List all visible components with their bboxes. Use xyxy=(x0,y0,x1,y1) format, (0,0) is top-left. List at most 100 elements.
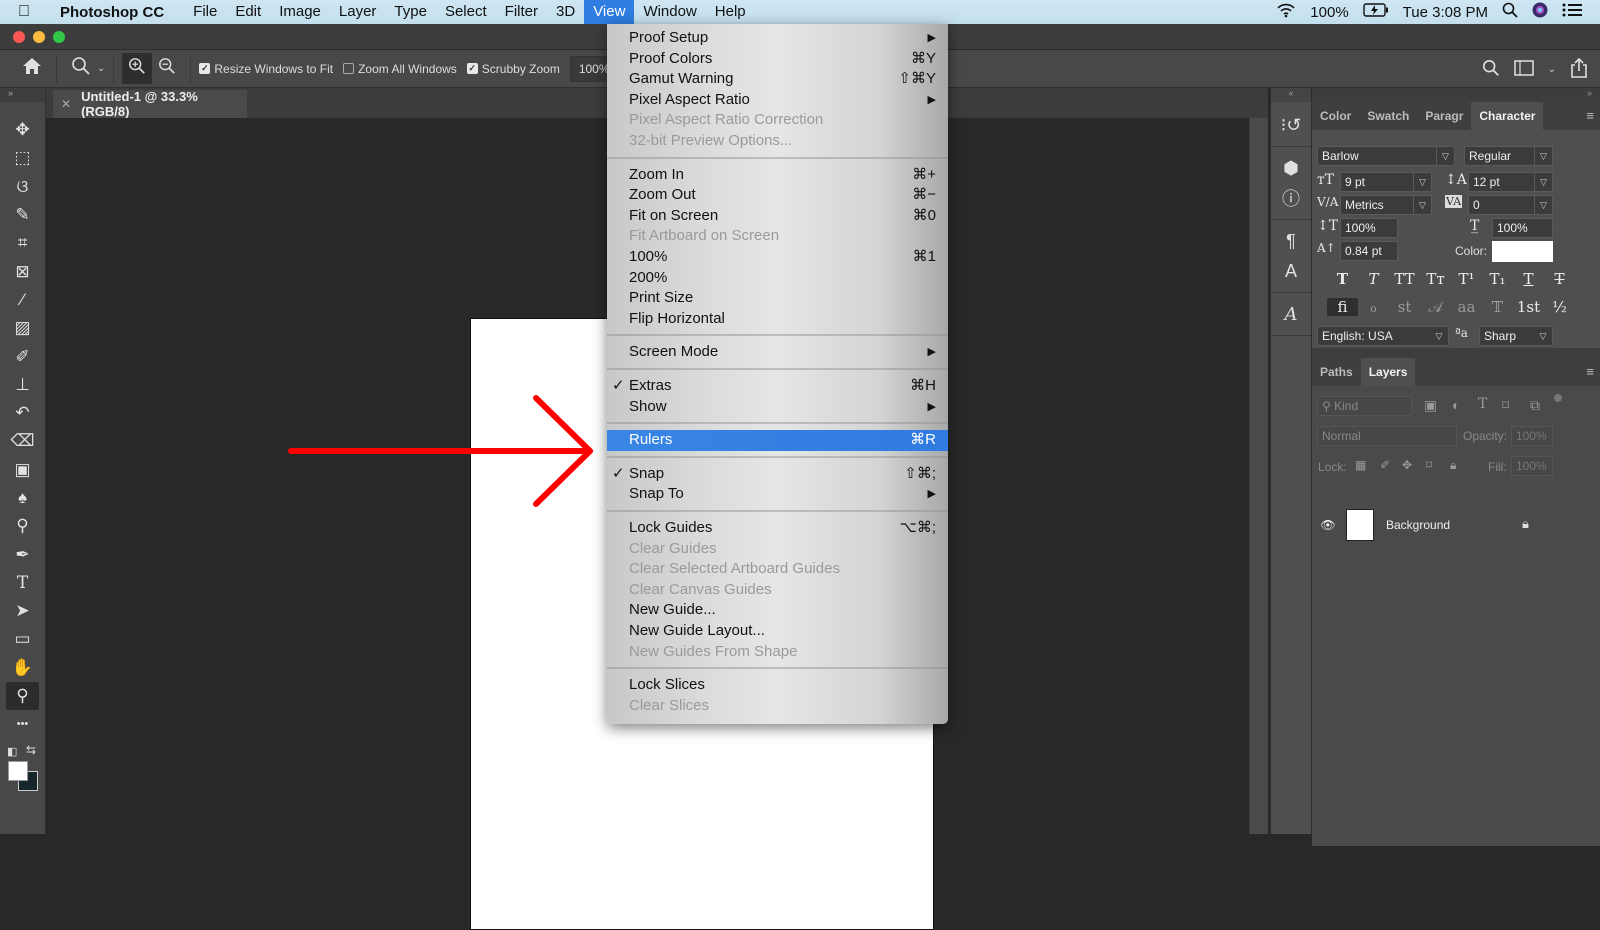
crop-tool[interactable]: ⌗ xyxy=(0,229,45,257)
panel-divider[interactable] xyxy=(1312,348,1600,358)
move-tool[interactable]: ✥ xyxy=(0,116,45,144)
eyedropper-tool[interactable]: ⁄ xyxy=(0,286,45,314)
collapse-left-icon[interactable]: « xyxy=(1271,88,1311,102)
panel-menu-icon[interactable]: ≡ xyxy=(1586,108,1594,123)
character-styles-icon[interactable]: A xyxy=(1271,256,1311,286)
opacity-field[interactable]: 100% xyxy=(1511,426,1553,446)
ordinals-button[interactable]: 1st xyxy=(1513,298,1544,316)
smart-object-filter-icon[interactable]: ⧉ xyxy=(1530,397,1540,414)
resize-windows-to-fit-checkbox[interactable]: ✓ Resize Windows to Fit xyxy=(199,62,333,76)
blur-tool[interactable]: ♠ xyxy=(0,484,45,512)
subscript-button[interactable]: T₁ xyxy=(1482,270,1513,288)
collapse-right-icon[interactable]: » xyxy=(1312,88,1600,102)
path-selection-tool[interactable]: ➤ xyxy=(0,597,45,625)
swap-colors-icon[interactable]: ⇆ xyxy=(26,743,36,757)
all-caps-button[interactable]: TT xyxy=(1389,270,1420,288)
notification-center-icon[interactable] xyxy=(1562,3,1582,21)
collapse-panel-icon[interactable]: » xyxy=(0,88,45,102)
pixel-layer-filter-icon[interactable]: ▣ xyxy=(1424,397,1437,414)
dodge-tool[interactable]: ⚲ xyxy=(0,512,45,540)
lock-image-pixels-icon[interactable]: ✐ xyxy=(1380,458,1390,472)
spotlight-search-icon[interactable] xyxy=(1502,2,1518,22)
close-window-button[interactable] xyxy=(13,31,25,43)
default-colors-icon[interactable]: ◧ xyxy=(7,745,17,758)
strikethrough-button[interactable]: T xyxy=(1544,270,1575,288)
menu-select[interactable]: Select xyxy=(436,0,496,24)
menu-item-lock-guides[interactable]: Lock Guides ⌥⌘; xyxy=(607,518,948,539)
search-icon[interactable] xyxy=(1482,59,1500,80)
menu-filter[interactable]: Filter xyxy=(496,0,547,24)
zoom-tool-preset-icon[interactable] xyxy=(65,56,97,81)
menu-item-new-guide-layout[interactable]: New Guide Layout... xyxy=(607,621,948,642)
foreground-color-swatch[interactable] xyxy=(8,760,28,781)
faux-italic-button[interactable]: T xyxy=(1358,270,1389,288)
menu-item-200[interactable]: 200% xyxy=(607,268,948,289)
menu-item-lock-slices[interactable]: Lock Slices xyxy=(607,675,948,696)
healing-brush-tool[interactable]: ▨ xyxy=(0,314,45,342)
lock-transparent-pixels-icon[interactable]: ▦ xyxy=(1355,458,1366,472)
hand-tool[interactable]: ✋ xyxy=(0,654,45,682)
pen-tool[interactable]: ✒ xyxy=(0,540,45,568)
menu-help[interactable]: Help xyxy=(706,0,755,24)
horizontal-scale-field[interactable]: 100% xyxy=(1492,218,1553,238)
tab-character[interactable]: Character xyxy=(1471,102,1544,130)
leading-dropdown[interactable]: 12 pt ▽ xyxy=(1468,172,1553,192)
language-dropdown[interactable]: English: USA ▽ xyxy=(1317,326,1449,346)
tracking-dropdown[interactable]: 0 ▽ xyxy=(1468,195,1553,215)
filter-toggle[interactable] xyxy=(1554,394,1562,402)
text-color-swatch[interactable] xyxy=(1492,241,1553,262)
lock-position-icon[interactable]: ✥ xyxy=(1402,458,1412,472)
menu-item-fit-on-screen[interactable]: Fit on Screen ⌘0 xyxy=(607,206,948,227)
menu-item-new-guide[interactable]: New Guide... xyxy=(607,600,948,621)
lock-artboard-icon[interactable]: ⌑ xyxy=(1426,458,1432,472)
font-family-dropdown[interactable]: Barlow ▽ xyxy=(1317,146,1455,166)
rectangle-tool[interactable]: ▭ xyxy=(0,625,45,653)
vertical-scale-field[interactable]: 100% xyxy=(1340,218,1398,238)
menu-item-gamut-warning[interactable]: Gamut Warning ⇧⌘Y xyxy=(607,69,948,90)
small-caps-button[interactable]: Tт xyxy=(1420,270,1451,288)
zoom-in-icon[interactable] xyxy=(122,53,153,84)
standard-ligatures-button[interactable]: ﬁ xyxy=(1327,298,1358,316)
swash-button[interactable]: 𝒜 xyxy=(1420,298,1451,316)
menu-item-proof-setup[interactable]: Proof Setup ▶ xyxy=(607,28,948,49)
menu-item-show[interactable]: Show ▶ xyxy=(607,397,948,418)
lock-all-icon[interactable]: 🔒︎ xyxy=(1450,458,1456,473)
menu-layer[interactable]: Layer xyxy=(330,0,386,24)
app-name-menu[interactable]: Photoshop CC xyxy=(60,4,164,21)
gradient-tool[interactable]: ▣ xyxy=(0,456,45,484)
history-panel-icon[interactable]: ⁝↺ xyxy=(1271,110,1311,140)
paragraph-styles-icon[interactable]: ¶ xyxy=(1271,226,1311,256)
zoom-window-button[interactable] xyxy=(53,31,65,43)
menu-item-zoom-in[interactable]: Zoom In ⌘+ xyxy=(607,165,948,186)
workspace-layout-icon[interactable] xyxy=(1513,60,1534,79)
type-layer-filter-icon[interactable]: T xyxy=(1478,396,1487,412)
antialias-dropdown[interactable]: Sharp ▽ xyxy=(1479,326,1553,346)
menu-item-proof-colors[interactable]: Proof Colors ⌘Y xyxy=(607,49,948,70)
panel-grip[interactable] xyxy=(0,102,45,116)
menu-type[interactable]: Type xyxy=(385,0,436,24)
shape-layer-filter-icon[interactable]: ⌑ xyxy=(1502,397,1509,414)
menu-item-extras[interactable]: ✓ Extras ⌘H xyxy=(607,376,948,397)
menu-item-rulers[interactable]: Rulers ⌘R xyxy=(607,430,948,451)
kerning-dropdown[interactable]: Metrics ▽ xyxy=(1340,195,1432,215)
superscript-button[interactable]: T¹ xyxy=(1451,270,1482,288)
menu-edit[interactable]: Edit xyxy=(226,0,270,24)
blend-mode-dropdown[interactable]: Normal xyxy=(1317,426,1457,446)
zoom-tool[interactable]: ⚲ xyxy=(6,681,39,711)
frame-tool[interactable]: ⊠ xyxy=(0,257,45,285)
menu-item-flip-horizontal[interactable]: Flip Horizontal xyxy=(607,309,948,330)
layer-name[interactable]: Background xyxy=(1386,518,1450,532)
eraser-tool[interactable]: ⌫ xyxy=(0,427,45,455)
more-tools[interactable]: ••• xyxy=(0,710,45,738)
tab-paragraph[interactable]: Paragr xyxy=(1417,102,1471,130)
stylistic-alternates-button[interactable]: aa xyxy=(1451,298,1482,316)
3d-panel-icon[interactable]: ⬢ xyxy=(1271,153,1311,183)
battery-icon[interactable] xyxy=(1362,3,1389,21)
close-document-icon[interactable]: ✕ xyxy=(61,97,71,111)
tab-layers[interactable]: Layers xyxy=(1360,358,1416,386)
quick-selection-tool[interactable]: ✎ xyxy=(0,201,45,229)
menu-item-pixel-aspect-ratio[interactable]: Pixel Aspect Ratio ▶ xyxy=(607,90,948,111)
history-brush-tool[interactable]: ↶ xyxy=(0,399,45,427)
preset-chevron-down-icon[interactable]: ⌄ xyxy=(97,63,105,74)
menu-item-100[interactable]: 100% ⌘1 xyxy=(607,247,948,268)
